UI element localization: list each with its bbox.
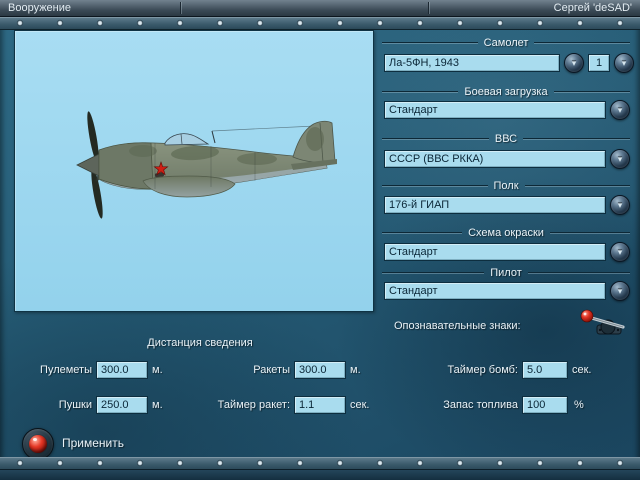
chevron-down-icon: ▾ — [617, 105, 623, 115]
separator-line — [527, 272, 631, 274]
separator-line — [382, 232, 463, 234]
pilot-section-label: Пилот — [382, 267, 631, 279]
pilot-dropdown-button[interactable]: ▾ — [610, 281, 630, 301]
separator-line — [534, 42, 630, 44]
aircraft-image — [76, 111, 337, 219]
player-name: Сергей 'deSAD' — [553, 2, 632, 14]
chevron-down-icon: ▾ — [617, 247, 623, 257]
aircraft-preview — [14, 30, 374, 312]
regiment-row: 176-й ГИАП ▾ — [384, 195, 630, 215]
chevron-down-icon: ▾ — [571, 58, 577, 68]
rocket-timer-unit: сек. — [350, 399, 370, 411]
aircraft-count-button[interactable]: ▾ — [614, 53, 634, 73]
titlebar-separator — [180, 2, 181, 14]
armament-screen: Вооружение Сергей 'deSAD' Самолет Ла-5ФН… — [0, 0, 640, 480]
paint-scheme-select[interactable]: Стандарт — [384, 243, 606, 261]
separator-line — [382, 185, 488, 187]
rivet-strip-top — [0, 17, 640, 30]
loadout-section-label: Боевая загрузка — [382, 86, 630, 98]
paint-scheme-section-label-text: Схема окраски — [468, 227, 544, 239]
regiment-select[interactable]: 176-й ГИАП — [384, 196, 606, 214]
rocket-timer-input[interactable] — [294, 396, 346, 414]
fuel-input[interactable] — [522, 396, 568, 414]
loadout-section-label-text: Боевая загрузка — [464, 86, 548, 98]
regiment-dropdown-button[interactable]: ▾ — [610, 195, 630, 215]
titlebar: Вооружение Сергей 'deSAD' — [0, 0, 640, 17]
markings-toggle[interactable] — [578, 308, 630, 338]
paint-scheme-section-label: Схема окраски — [382, 227, 631, 239]
separator-line — [382, 42, 478, 44]
paint-scheme-dropdown-button[interactable]: ▾ — [610, 242, 630, 262]
markings-label: Опознавательные знаки: — [394, 320, 521, 332]
aircraft-row: Ла-5ФН, 1943 ▾ ▾ — [384, 53, 634, 73]
machineguns-label: Пулеметы — [40, 364, 92, 376]
rockets-input[interactable] — [294, 361, 346, 379]
paint-scheme-row: Стандарт ▾ — [384, 242, 630, 262]
cannons-label: Пушки — [58, 399, 92, 411]
apply-button[interactable] — [22, 428, 54, 460]
pilot-row: Стандарт ▾ — [384, 281, 630, 301]
separator-line — [523, 138, 631, 140]
aircraft-section-label-text: Самолет — [483, 37, 529, 49]
regiment-section-label-text: Полк — [493, 180, 519, 192]
separator-line — [553, 91, 630, 93]
chevron-down-icon: ▾ — [617, 286, 623, 296]
fuel-label: Запас топлива — [443, 399, 518, 411]
bottom-edge — [0, 469, 640, 480]
separator-line — [382, 138, 489, 140]
aircraft-count-input[interactable] — [588, 54, 610, 72]
bomb-timer-input[interactable] — [522, 361, 568, 379]
cannons-unit: м. — [152, 399, 163, 411]
airforce-row: СССР (ВВС РККА) ▾ — [384, 149, 630, 169]
airforce-select[interactable]: СССР (ВВС РККА) — [384, 150, 606, 168]
chevron-down-icon: ▾ — [617, 154, 623, 164]
machineguns-unit: м. — [152, 364, 163, 376]
separator-line — [382, 91, 459, 93]
loadout-row: Стандарт ▾ — [384, 100, 630, 120]
pilot-section-label-text: Пилот — [490, 267, 522, 279]
rocket-timer-label: Таймер ракет: — [217, 399, 290, 411]
chevron-down-icon: ▾ — [621, 58, 627, 68]
separator-line — [524, 185, 631, 187]
airforce-dropdown-button[interactable]: ▾ — [610, 149, 630, 169]
loadout-select[interactable]: Стандарт — [384, 101, 606, 119]
apply-button-knob — [29, 435, 47, 453]
separator-line — [549, 232, 631, 234]
rockets-label: Ракеты — [253, 364, 290, 376]
loadout-dropdown-button[interactable]: ▾ — [610, 100, 630, 120]
chevron-down-icon: ▾ — [617, 200, 623, 210]
pilot-select[interactable]: Стандарт — [384, 282, 606, 300]
rockets-unit: м. — [350, 364, 361, 376]
bomb-timer-unit: сек. — [572, 364, 592, 376]
convergence-title: Дистанция сведения — [147, 337, 253, 349]
aircraft-select[interactable]: Ла-5ФН, 1943 — [384, 54, 560, 72]
aircraft-dropdown-button[interactable]: ▾ — [564, 53, 584, 73]
regiment-section-label: Полк — [382, 180, 631, 192]
separator-line — [382, 272, 485, 274]
airforce-section-label-text: ВВС — [494, 133, 518, 145]
apply-label: Применить — [62, 436, 125, 450]
aircraft-section-label: Самолет — [382, 37, 630, 49]
bomb-timer-label: Таймер бомб: — [447, 364, 518, 376]
screen-title: Вооружение — [8, 2, 72, 14]
cannons-input[interactable] — [96, 396, 148, 414]
toggle-knob — [580, 309, 594, 323]
fuel-unit: % — [574, 399, 584, 411]
machineguns-input[interactable] — [96, 361, 148, 379]
airforce-section-label: ВВС — [382, 133, 631, 145]
titlebar-separator — [428, 2, 429, 14]
